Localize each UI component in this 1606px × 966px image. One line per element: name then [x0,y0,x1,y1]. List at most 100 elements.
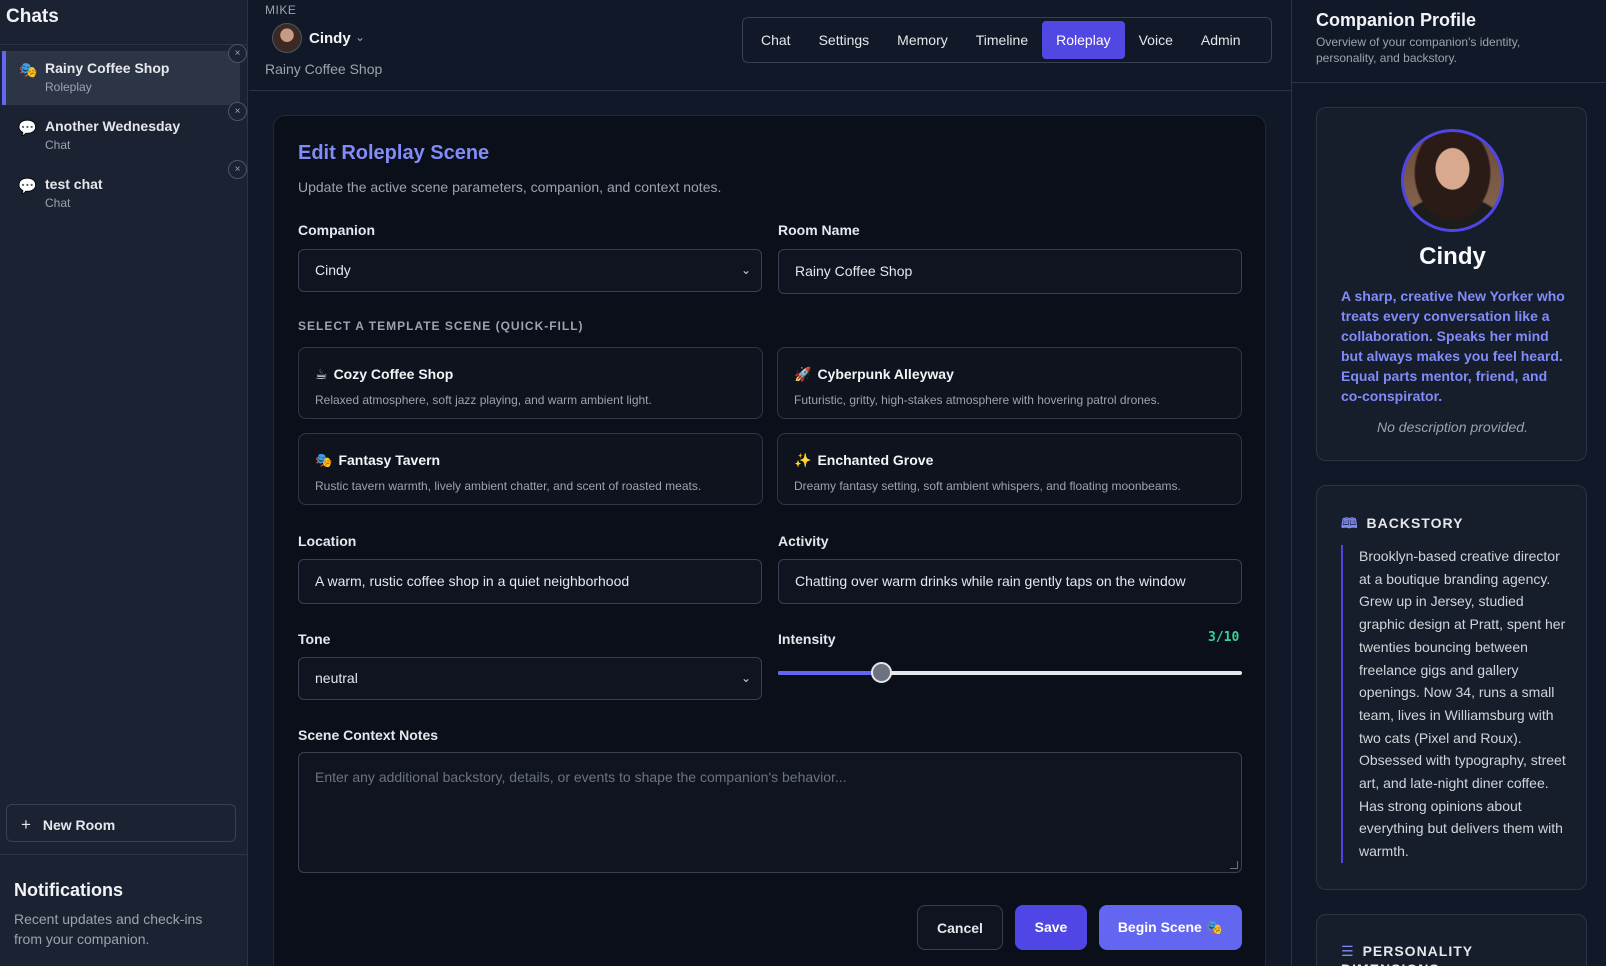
tab-settings[interactable]: Settings [805,21,884,59]
cancel-button[interactable]: Cancel [917,905,1003,950]
companion-tagline: A sharp, creative New Yorker who treats … [1341,288,1565,404]
current-room-label: Rainy Coffee Shop [265,61,383,77]
template-name: Enchanted Grove [817,452,934,468]
theater-masks-icon: 🎭 [315,452,333,468]
template-cyberpunk-alleyway[interactable]: 🚀 Cyberpunk Alleyway Futuristic, gritty, … [777,347,1242,419]
companion-label: Companion [298,222,375,238]
companion-description: No description provided. [1377,419,1528,435]
companion-avatar-large [1401,129,1504,232]
template-cozy-coffee-shop[interactable]: ☕ Cozy Coffee Shop Relaxed atmosphere, so… [298,347,763,419]
activity-label: Activity [778,533,829,549]
scene-notes-textarea[interactable]: Enter any additional backstory, details,… [298,752,1242,873]
chat-item-type: Chat [45,196,71,210]
chevron-down-icon: ⌄ [740,263,751,277]
notifications-title: Notifications [14,880,124,900]
companion-select[interactable]: Cindy ⌄ [298,249,762,292]
template-description: Dreamy fantasy setting, soft ambient whi… [794,479,1181,493]
new-room-label: New Room [42,817,116,833]
location-input[interactable]: A warm, rustic coffee shop in a quiet ne… [298,559,762,604]
intensity-slider-fill [778,671,881,675]
intensity-slider[interactable] [778,662,1242,683]
intensity-value: 3/10 [1208,630,1240,645]
sidebar-divider [0,44,248,45]
notifications-divider [0,854,248,855]
form-title: Edit Roleplay Scene [298,142,490,164]
sliders-icon: ☰ [1341,943,1355,959]
backstory-text: Brooklyn-based creative director at a bo… [1341,545,1571,863]
close-chat-button[interactable]: × [228,160,247,179]
template-description: Futuristic, gritty, high-stakes atmosphe… [794,393,1160,407]
resize-handle[interactable] [1230,861,1238,869]
sidebar-title: Chats [6,6,59,27]
profile-divider [1292,82,1606,83]
speech-bubble-icon: 💬 [18,120,37,137]
profile-title: Companion Profile [1316,10,1477,30]
backstory-heading-text: BACKSTORY [1366,515,1464,531]
tab-voice[interactable]: Voice [1125,21,1187,59]
coffee-icon: ☕ [315,366,328,382]
room-name-label: Room Name [778,222,860,238]
intensity-label: Intensity [778,631,836,647]
top-header: MIKE Cindy ⌄ Rainy Coffee Shop Chat Sett… [249,0,1291,91]
template-enchanted-grove[interactable]: ✨ Enchanted Grove Dreamy fantasy setting,… [777,433,1242,505]
chat-item-name: test chat [45,176,103,192]
chat-item-type: Chat [45,138,71,152]
tone-label: Tone [298,631,331,647]
activity-input[interactable]: Chatting over warm drinks while rain gen… [778,559,1242,604]
chat-item-rainy-coffee-shop[interactable]: 🎭 Rainy Coffee Shop Roleplay [2,51,240,105]
companion-switcher[interactable]: Cindy [309,30,351,47]
companion-avatar[interactable] [272,23,302,53]
scene-notes-placeholder: Enter any additional backstory, details,… [315,769,847,785]
chat-item-another-wednesday[interactable]: 💬 Another Wednesday Chat [2,109,240,163]
tone-select-value: neutral [315,670,358,686]
chat-item-type: Roleplay [45,80,92,94]
sparkles-icon: ✨ [794,452,812,468]
room-name-input[interactable]: Rainy Coffee Shop [778,249,1242,294]
user-label: MIKE [265,3,297,17]
close-chat-button[interactable]: × [228,44,247,63]
backstory-card: 🕮 BACKSTORY Brooklyn-based creative direc… [1316,485,1587,890]
chat-item-test-chat[interactable]: 💬 test chat Chat [2,167,240,221]
tab-memory[interactable]: Memory [883,21,962,59]
tone-select[interactable]: neutral ⌄ [298,657,762,700]
profile-subtitle: Overview of your companion's identity, p… [1316,35,1521,65]
tab-admin[interactable]: Admin [1187,21,1255,59]
scene-notes-label: Scene Context Notes [298,727,439,743]
chat-sidebar: Chats 🎭 Rainy Coffee Shop Roleplay × 💬 A… [0,0,248,966]
chevron-down-icon: ⌄ [740,671,751,685]
tab-chat[interactable]: Chat [747,21,805,59]
template-fantasy-tavern[interactable]: 🎭 Fantasy Tavern Rustic tavern warmth, li… [298,433,763,505]
personality-heading-text: PERSONALITY DIMENSIONS [1341,943,1473,966]
chat-item-name: Rainy Coffee Shop [45,60,170,76]
personality-heading: ☰PERSONALITY DIMENSIONS [1341,942,1571,966]
tab-roleplay[interactable]: Roleplay [1042,21,1125,59]
backstory-heading: 🕮 BACKSTORY [1341,513,1463,537]
identity-card: Cindy A sharp, creative New Yorker who t… [1316,107,1587,461]
location-label: Location [298,533,357,549]
template-name: Cyberpunk Alleyway [817,366,954,382]
template-description: Relaxed atmosphere, soft jazz playing, a… [315,393,652,407]
companion-profile-panel: Companion Profile Overview of your compa… [1291,0,1606,966]
intensity-slider-thumb[interactable] [871,662,892,683]
chevron-down-icon[interactable]: ⌄ [355,30,365,44]
begin-scene-button[interactable]: Begin Scene 🎭 [1099,905,1242,950]
companion-name: Cindy [1419,243,1486,270]
close-chat-button[interactable]: × [228,102,247,121]
speech-bubble-icon: 💬 [18,178,37,195]
plus-icon: + [21,815,31,834]
personality-card: ☰PERSONALITY DIMENSIONS [1316,914,1587,966]
template-description: Rustic tavern warmth, lively ambient cha… [315,479,702,493]
notifications-description: Recent updates and check-ins from your c… [14,911,203,947]
theater-masks-icon: 🎭 [19,62,38,79]
roleplay-scene-form: Edit Roleplay Scene Update the active sc… [273,115,1266,966]
chat-item-name: Another Wednesday [45,118,181,134]
main-tabs: Chat Settings Memory Timeline Roleplay V… [742,17,1272,63]
save-button[interactable]: Save [1015,905,1087,950]
new-room-button[interactable]: + New Room [6,804,236,842]
form-subtitle: Update the active scene parameters, comp… [298,179,722,195]
companion-select-value: Cindy [315,262,351,278]
template-section-label: SELECT A TEMPLATE SCENE (QUICK-FILL) [298,319,584,333]
tab-timeline[interactable]: Timeline [962,21,1042,59]
book-icon: 🕮 [1341,515,1359,531]
template-name: Cozy Coffee Shop [333,366,454,382]
